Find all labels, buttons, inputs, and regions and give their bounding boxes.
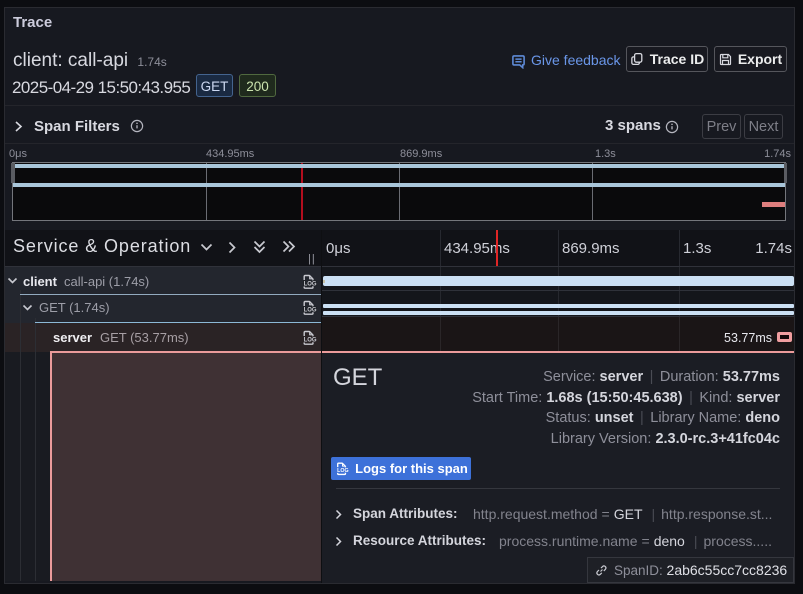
svg-text:LOG: LOG	[304, 338, 317, 344]
svg-text:LOG: LOG	[337, 468, 348, 474]
svg-text:LOG: LOG	[304, 308, 317, 314]
svg-text:LOG: LOG	[304, 282, 317, 288]
